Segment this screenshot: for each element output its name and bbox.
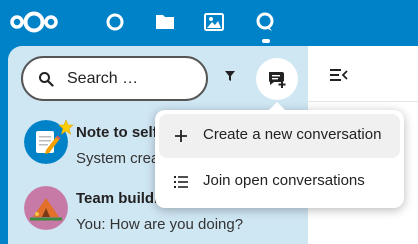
active-app-indicator xyxy=(262,39,270,43)
conversation-title: Note to self xyxy=(76,124,158,141)
new-conversation-menu: Create a new conversation Join open conv… xyxy=(155,102,404,208)
plus-icon xyxy=(175,130,187,142)
divider xyxy=(308,101,418,102)
menu-item-join-conversations[interactable]: Join open conversations xyxy=(159,160,400,204)
camping-tent-icon xyxy=(24,186,68,230)
menu-item-label: Join open conversations xyxy=(203,172,365,189)
search-placeholder: Search … xyxy=(67,70,139,87)
filter-icon[interactable] xyxy=(220,66,240,86)
list-icon xyxy=(174,176,188,188)
menu-item-label: Create a new conversation xyxy=(203,126,382,143)
talk-icon[interactable] xyxy=(255,11,275,33)
image-icon[interactable] xyxy=(204,11,224,33)
nextcloud-logo-icon[interactable] xyxy=(9,9,59,35)
search-input[interactable]: Search … xyxy=(21,56,208,101)
popover-arrow xyxy=(268,102,286,111)
favorite-star-icon xyxy=(58,119,74,135)
top-header xyxy=(0,0,418,46)
search-icon xyxy=(39,72,54,87)
dashboard-circle-icon[interactable] xyxy=(105,11,125,33)
menu-item-create-conversation[interactable]: Create a new conversation xyxy=(159,114,400,158)
folder-icon[interactable] xyxy=(155,11,175,33)
sidebar-toggle-icon[interactable] xyxy=(330,68,348,82)
chat-plus-icon xyxy=(269,72,286,88)
new-conversation-button[interactable] xyxy=(256,58,298,100)
avatar xyxy=(24,186,68,230)
conversation-subtitle: You: How are you doing? xyxy=(76,216,244,233)
